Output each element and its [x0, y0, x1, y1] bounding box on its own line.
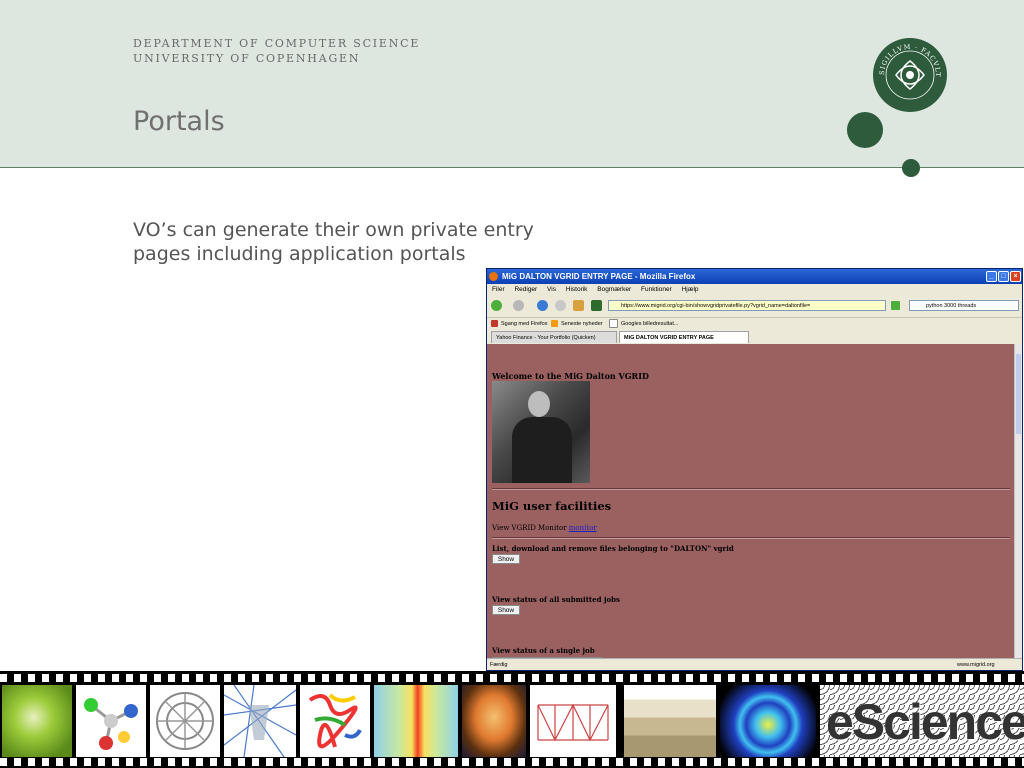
department-line-2: UNIVERSITY OF COPENHAGEN	[133, 52, 361, 65]
network-image	[224, 685, 296, 757]
monitor-link[interactable]: monitor	[569, 524, 597, 532]
escience-logo-text: eScience	[826, 694, 1024, 750]
escience-logo-image: eScience	[820, 685, 1024, 757]
fullerene-image	[150, 685, 220, 757]
well-diagram-image	[624, 685, 716, 757]
show-jobs-button[interactable]: Show	[492, 605, 520, 615]
status-text: Færdig	[490, 662, 508, 668]
truss-diagram-image	[530, 685, 616, 757]
film-perforation-bottom	[0, 758, 1024, 766]
decorative-dot-large	[847, 112, 883, 148]
window-title: MiG DALTON VGRID ENTRY PAGE - Mozilla Fi…	[502, 272, 696, 281]
protein-image	[300, 685, 370, 757]
molecule-image	[76, 685, 146, 757]
forward-icon[interactable]	[513, 300, 524, 311]
monitor-line: View VGRID Monitor monitor	[492, 524, 597, 532]
filmstrip-banner: eScience	[0, 671, 1024, 768]
header-divider	[0, 167, 1024, 168]
menu-vis[interactable]: Vis	[547, 286, 556, 293]
menu-rediger[interactable]: Rediger	[514, 286, 537, 293]
menu-filer[interactable]: Filer	[492, 286, 505, 293]
university-seal-icon: SIGILLVM · FACVLTATIS · NATVRALIS	[872, 37, 947, 112]
single-job-label: View status of a single job	[492, 646, 595, 655]
vertical-scrollbar[interactable]	[1014, 344, 1022, 658]
maximize-button[interactable]: □	[998, 271, 1009, 282]
close-button[interactable]: ×	[1010, 271, 1021, 282]
tab-strip: Yahoo Finance - Your Portfolio (Quicken)…	[487, 331, 1022, 344]
slide-bullet-text: VO’s can generate their own private entr…	[133, 219, 534, 265]
bookmark-leaf-icon[interactable]	[591, 300, 602, 311]
tab-yahoo-finance[interactable]: Yahoo Finance - Your Portfolio (Quicken)	[491, 331, 617, 343]
menu-funktioner[interactable]: Funktioner	[641, 286, 672, 293]
film-perforation-top	[0, 674, 1024, 682]
address-bar[interactable]: https://www.migrid.org/cgi-bin/showvgrid…	[608, 300, 886, 311]
menu-bogmaerker[interactable]: Bogmærker	[597, 286, 631, 293]
monitor-label: View VGRID Monitor	[492, 524, 569, 532]
reload-icon[interactable]	[537, 300, 548, 311]
show-files-button[interactable]: Show	[492, 554, 520, 564]
facilities-heading: MiG user facilities	[492, 499, 612, 513]
status-bar: Færdig www.migrid.org	[487, 658, 1022, 671]
department-name: DEPARTMENT OF COMPUTER SCIENCE UNIVERSIT…	[133, 36, 420, 66]
list-files-label: List, download and remove files belongin…	[492, 544, 734, 553]
divider	[492, 488, 1010, 490]
brain-scan-image	[462, 685, 526, 757]
window-titlebar: MiG DALTON VGRID ENTRY PAGE - Mozilla Fi…	[487, 269, 1022, 284]
go-icon[interactable]	[891, 301, 900, 310]
menu-bar: Filer Rediger Vis Historik Bogmærker Fun…	[487, 284, 1022, 296]
slide-title: Portals	[133, 106, 225, 137]
welcome-heading: Welcome to the MiG Dalton VGRID	[492, 371, 649, 381]
page-content: Welcome to the MiG Dalton VGRID MiG user…	[487, 344, 1014, 658]
home-icon[interactable]	[573, 300, 584, 311]
decorative-dot-small	[902, 159, 920, 177]
search-input[interactable]: python 3000 threads	[909, 300, 1019, 311]
menu-historik[interactable]: Historik	[566, 286, 588, 293]
bookmark-getting-started[interactable]: Sgang med Firefox	[491, 318, 547, 331]
jobs-status-label: View status of all submitted jobs	[492, 595, 620, 604]
divider	[492, 537, 1010, 539]
menu-hjaelp[interactable]: Hjælp	[682, 286, 699, 293]
bookmark-google-images[interactable]: Googles billedresultat...	[609, 318, 678, 331]
firefox-icon	[489, 272, 498, 281]
bookmarks-toolbar: Sgang med Firefox Seneste nyheder Google…	[487, 317, 1022, 331]
stop-icon[interactable]	[555, 300, 566, 311]
minimize-button[interactable]: _	[986, 271, 997, 282]
back-icon[interactable]	[491, 300, 502, 311]
dalton-portrait-image	[492, 381, 590, 483]
bookmark-latest-news[interactable]: Seneste nyheder	[551, 318, 603, 331]
heatmap-image	[374, 685, 458, 757]
department-line-1: DEPARTMENT OF COMPUTER SCIENCE	[133, 37, 421, 50]
browser-window: MiG DALTON VGRID ENTRY PAGE - Mozilla Fi…	[486, 268, 1023, 671]
status-domain: www.migrid.org	[957, 662, 995, 668]
navigation-toolbar: https://www.migrid.org/cgi-bin/showvgrid…	[487, 296, 1022, 316]
tab-dalton-vgrid[interactable]: MiG DALTON VGRID ENTRY PAGE	[619, 331, 749, 343]
sphere-image	[2, 685, 72, 757]
wave-surface-image	[720, 685, 816, 757]
